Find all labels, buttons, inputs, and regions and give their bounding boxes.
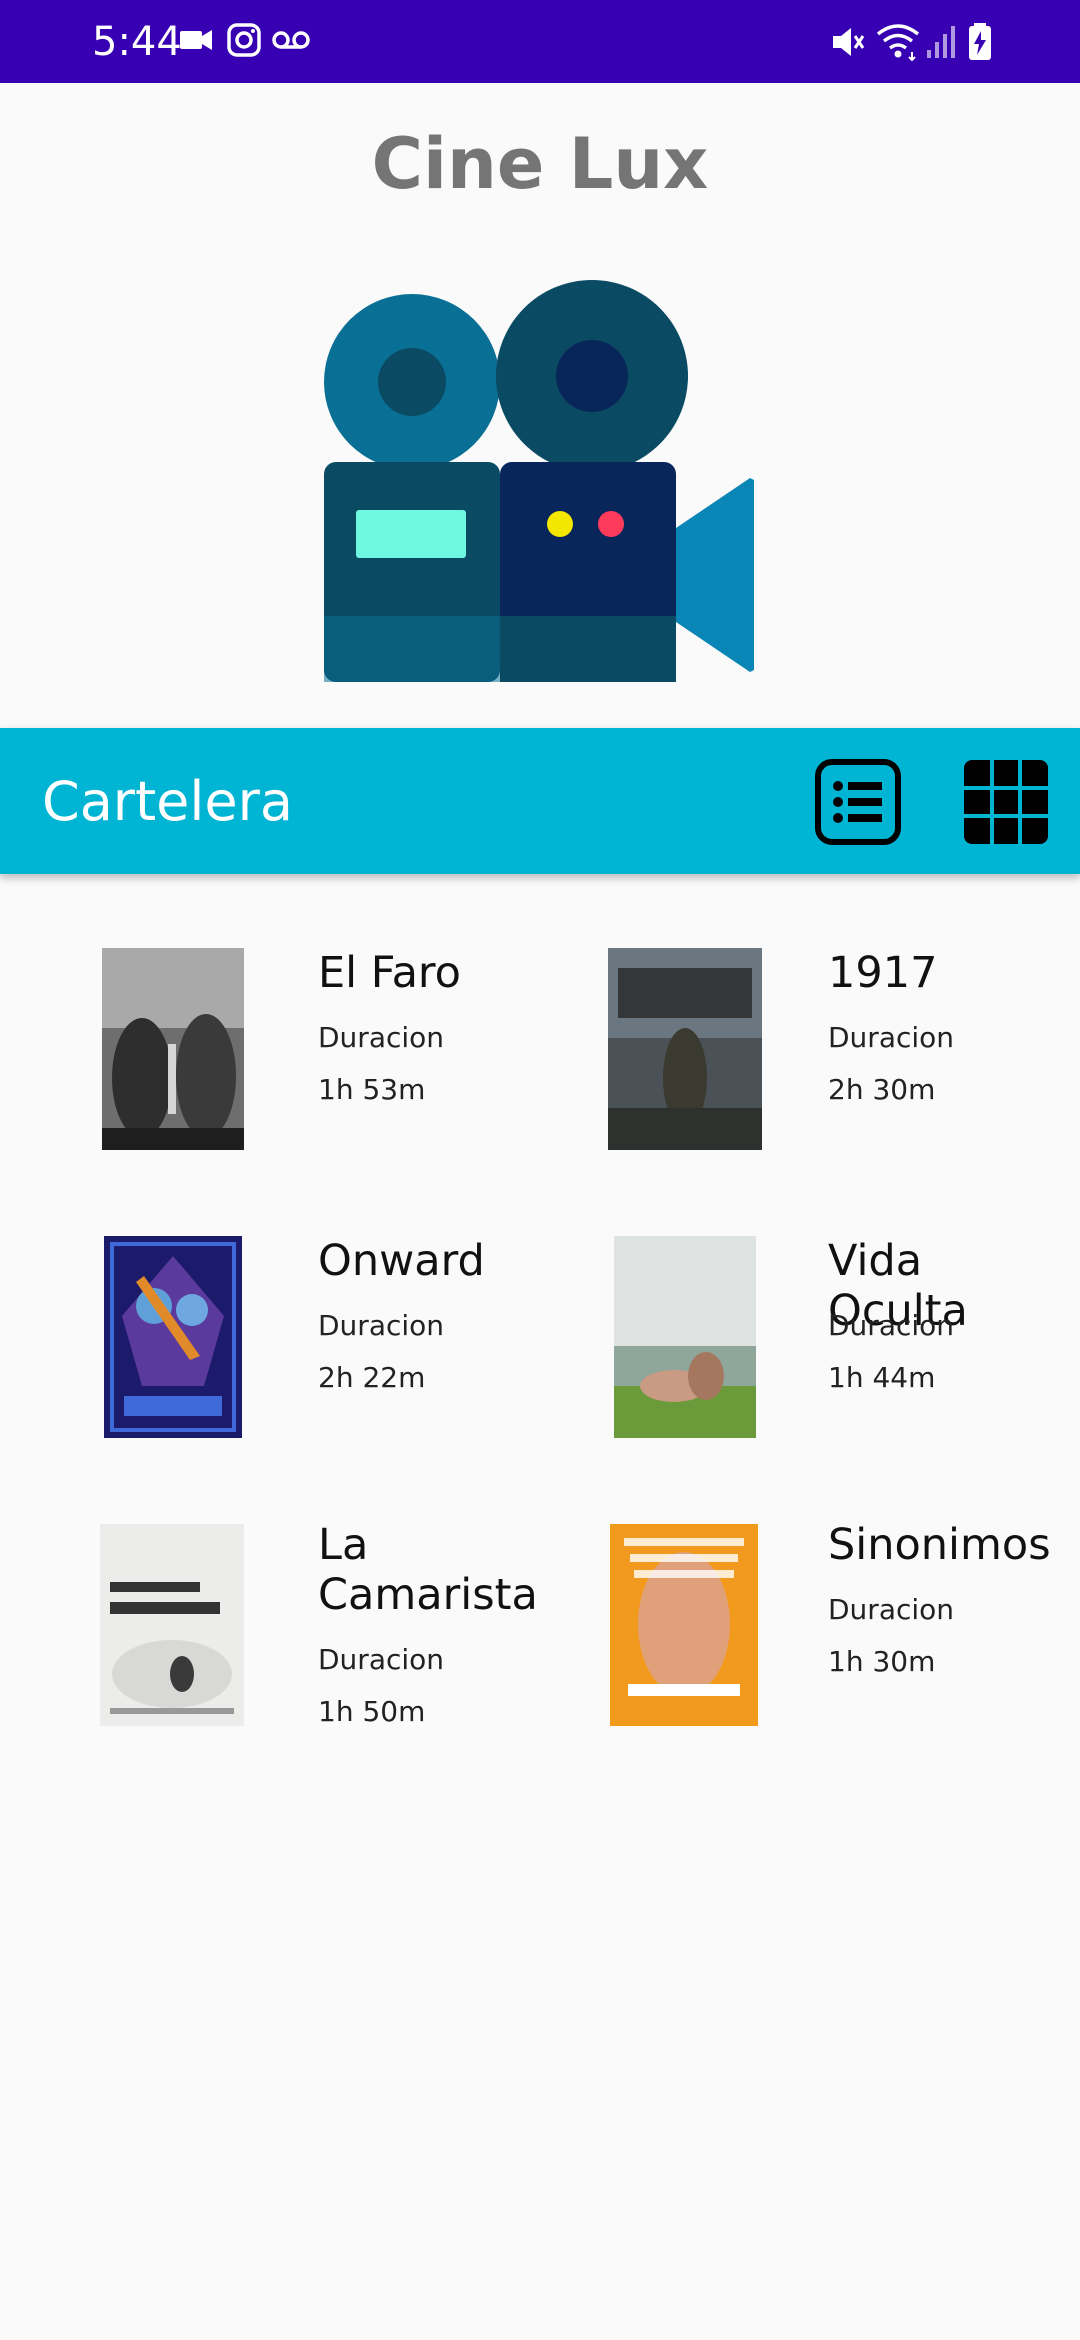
duration-label: Duracion — [828, 1309, 955, 1342]
movie-poster — [102, 948, 244, 1150]
movie-poster — [100, 1524, 244, 1726]
movie-duration: 2h 30m — [828, 1073, 936, 1106]
movie-card[interactable]: 1917 Duracion 2h 30m — [604, 944, 1080, 1164]
mute-icon — [833, 28, 865, 56]
battery-charging-icon — [969, 23, 991, 60]
movie-duration: 1h 44m — [828, 1361, 936, 1394]
wifi-icon — [876, 24, 920, 62]
movie-title: 1917 — [828, 948, 938, 998]
instagram-icon — [227, 23, 261, 57]
movie-title: Sinonimos — [828, 1520, 1051, 1570]
status-time: 5:44 — [92, 19, 182, 65]
movie-poster — [614, 1236, 756, 1438]
movie-card[interactable]: Sinonimos Duracion 1h 30m — [604, 1520, 1080, 1740]
toolbar: Cartelera — [0, 728, 1080, 874]
duration-label: Duracion — [318, 1309, 445, 1342]
signal-icon — [927, 26, 955, 58]
movie-poster — [104, 1236, 242, 1438]
movie-duration: 1h 53m — [318, 1073, 426, 1106]
movie-duration: 2h 22m — [318, 1361, 426, 1394]
grid-view-icon[interactable] — [962, 758, 1050, 846]
movie-card[interactable]: Vida Oculta Duracion 1h 44m — [604, 1232, 1080, 1452]
video-camera-icon — [180, 30, 212, 50]
movie-poster — [608, 948, 762, 1150]
movie-card[interactable]: El Faro Duracion 1h 53m — [100, 944, 620, 1164]
voicemail-icon — [272, 31, 310, 49]
movie-title: Onward — [318, 1236, 485, 1286]
duration-label: Duracion — [318, 1643, 445, 1676]
duration-label: Duracion — [828, 1021, 955, 1054]
duration-label: Duracion — [318, 1021, 445, 1054]
movie-camera-logo — [324, 280, 754, 682]
toolbar-title: Cartelera — [42, 770, 293, 833]
movie-title: La Camarista — [318, 1520, 538, 1620]
status-bar: 5:44 — [0, 0, 1080, 83]
movie-duration: 1h 30m — [828, 1645, 936, 1678]
movie-duration: 1h 50m — [318, 1695, 426, 1728]
movie-title: El Faro — [318, 948, 461, 998]
duration-label: Duracion — [828, 1593, 955, 1626]
movie-card[interactable]: Onward Duracion 2h 22m — [100, 1232, 620, 1452]
movie-poster — [610, 1524, 758, 1726]
app-title: Cine Lux — [371, 123, 709, 205]
movie-card[interactable]: La Camarista Duracion 1h 50m — [100, 1520, 620, 1740]
list-view-icon[interactable] — [814, 758, 902, 846]
